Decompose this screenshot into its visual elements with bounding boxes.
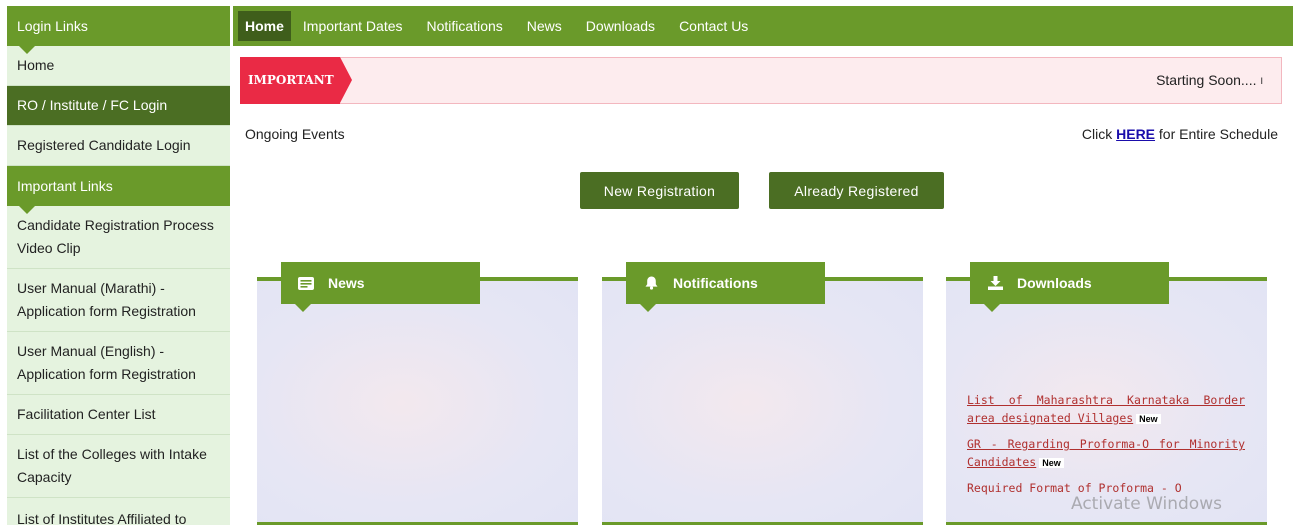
downloads-panel: Downloads List of Maharashtra Karnataka … xyxy=(946,262,1267,525)
schedule-here-link[interactable]: HERE xyxy=(1116,126,1155,142)
sidebar-item-label: User Manual (English) - Application form… xyxy=(17,343,196,382)
top-nav: Home Important Dates Notifications News … xyxy=(233,6,1293,46)
downloads-list: List of Maharashtra Karnataka Border are… xyxy=(967,391,1245,504)
sidebar-item-affiliated-institutes[interactable]: List of Institutes Affiliated to xyxy=(7,498,230,525)
important-badge: IMPORTANT xyxy=(240,57,352,104)
downloads-panel-title: Downloads xyxy=(1017,275,1092,291)
download-link-proforma-o-format[interactable]: Required Format of Proforma - O xyxy=(967,481,1182,495)
ticker-bar: I xyxy=(1260,75,1263,86)
sidebar-item-label: List of Institutes Affiliated to xyxy=(17,511,187,525)
list-item: List of Maharashtra Karnataka Border are… xyxy=(967,391,1245,428)
notifications-panel: Notifications xyxy=(602,262,923,525)
new-badge: New xyxy=(1136,414,1161,424)
sidebar: Login Links Home RO / Institute / FC Log… xyxy=(7,6,230,525)
nav-notifications[interactable]: Notifications xyxy=(415,6,515,46)
already-registered-button[interactable]: Already Registered xyxy=(769,172,944,209)
download-link-border-villages[interactable]: List of Maharashtra Karnataka Border are… xyxy=(967,393,1245,425)
important-links-header: Important Links xyxy=(7,166,230,214)
sidebar-item-label: Facilitation Center List xyxy=(17,406,156,422)
login-links-title: Login Links xyxy=(17,18,88,34)
download-icon xyxy=(987,276,1003,290)
sidebar-item-home[interactable]: Home xyxy=(7,46,230,86)
sidebar-item-manual-english[interactable]: User Manual (English) - Application form… xyxy=(7,332,230,395)
nav-important-dates[interactable]: Important Dates xyxy=(291,6,415,46)
sidebar-item-label: Registered Candidate Login xyxy=(17,137,191,153)
bell-icon xyxy=(643,276,659,290)
newspaper-icon xyxy=(298,276,314,290)
list-item: GR - Regarding Proforma-O for Minority C… xyxy=(967,435,1245,472)
downloads-panel-header: Downloads xyxy=(970,262,1169,312)
important-links-title: Important Links xyxy=(17,178,113,194)
sidebar-item-ro-login[interactable]: RO / Institute / FC Login xyxy=(7,86,230,126)
nav-contact-us[interactable]: Contact Us xyxy=(667,6,760,46)
sidebar-item-label: Home xyxy=(17,57,55,73)
sidebar-item-label: User Manual (Marathi) - Application form… xyxy=(17,280,196,319)
nav-downloads[interactable]: Downloads xyxy=(574,6,667,46)
activate-windows-watermark: Activate Windows xyxy=(1071,494,1222,514)
schedule-suffix: for Entire Schedule xyxy=(1158,126,1278,142)
ongoing-events-label: Ongoing Events xyxy=(245,126,345,142)
sidebar-item-college-list[interactable]: List of the Colleges with Intake Capacit… xyxy=(7,435,230,498)
sidebar-item-video-clip[interactable]: Candidate Registration Process Video Cli… xyxy=(7,206,230,269)
notifications-panel-title: Notifications xyxy=(673,275,758,291)
schedule-text: Click HERE for Entire Schedule xyxy=(1082,126,1278,142)
sidebar-item-label: List of the Colleges with Intake Capacit… xyxy=(17,446,207,485)
notifications-panel-header: Notifications xyxy=(626,262,825,312)
login-links-header: Login Links xyxy=(7,6,230,54)
ticker-text: Starting Soon.... I xyxy=(1156,58,1263,104)
sidebar-item-manual-marathi[interactable]: User Manual (Marathi) - Application form… xyxy=(7,269,230,332)
important-ticker: IMPORTANT Starting Soon.... I xyxy=(240,57,1282,104)
nav-news[interactable]: News xyxy=(515,6,574,46)
download-link-proforma-o-gr[interactable]: GR - Regarding Proforma-O for Minority C… xyxy=(967,437,1245,469)
ticker-message: Starting Soon.... xyxy=(1156,72,1257,88)
sidebar-item-candidate-login[interactable]: Registered Candidate Login xyxy=(7,126,230,166)
news-panel-header: News xyxy=(281,262,480,312)
sidebar-item-facilitation-center[interactable]: Facilitation Center List xyxy=(7,395,230,435)
sidebar-item-label: Candidate Registration Process Video Cli… xyxy=(17,217,214,256)
sidebar-item-label: RO / Institute / FC Login xyxy=(17,97,168,113)
new-badge: New xyxy=(1039,458,1064,468)
schedule-prefix: Click xyxy=(1081,126,1113,142)
nav-home[interactable]: Home xyxy=(238,11,291,41)
important-badge-label: IMPORTANT xyxy=(248,73,334,87)
new-registration-button[interactable]: New Registration xyxy=(580,172,739,209)
news-panel: News xyxy=(257,262,578,525)
news-panel-title: News xyxy=(328,275,365,291)
